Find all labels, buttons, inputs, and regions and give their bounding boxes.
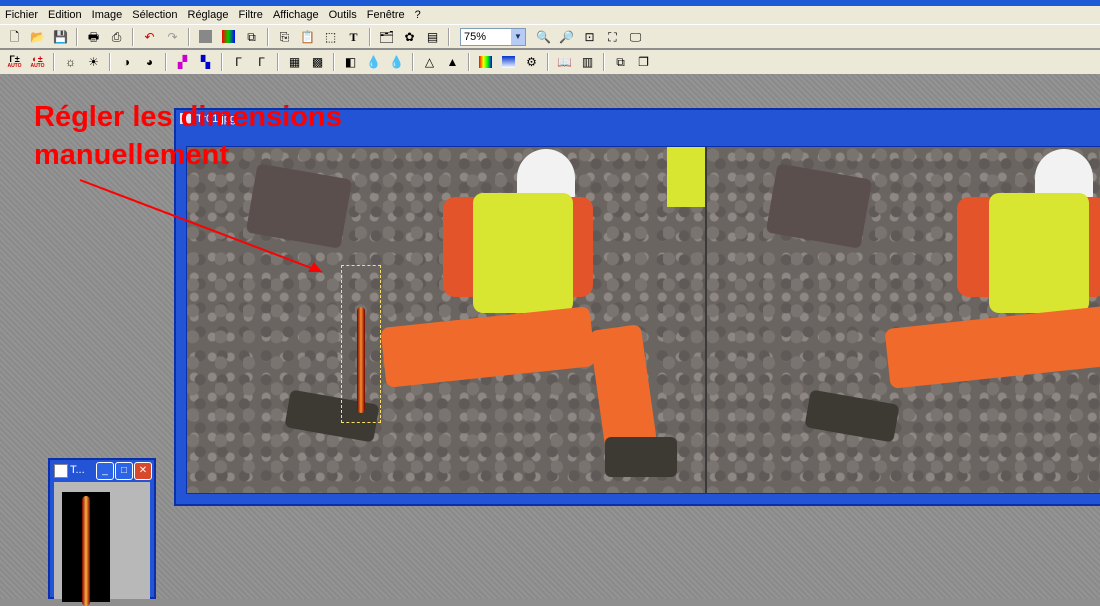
annotation-arrow — [79, 179, 323, 273]
annotation-text: Régler les dimensions manuellement — [34, 98, 342, 174]
annotation-line-2: manuellement — [34, 139, 229, 171]
arrow-line — [79, 179, 323, 273]
annotation-line-1: Régler les dimensions — [34, 101, 342, 133]
